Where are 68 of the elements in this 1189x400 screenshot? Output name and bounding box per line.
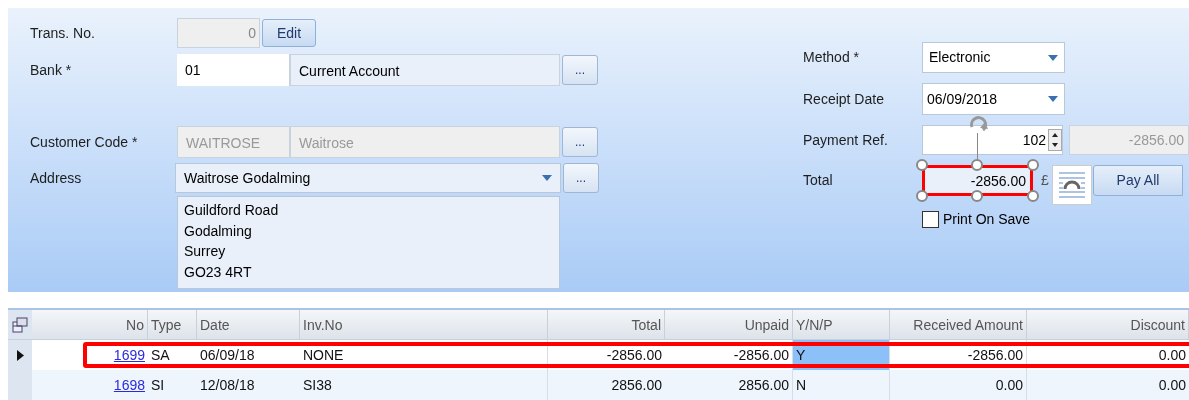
address-line: GO23 4RT bbox=[184, 263, 252, 280]
pay-all-button[interactable]: Pay All bbox=[1093, 165, 1183, 196]
table-cell: SI38 bbox=[300, 370, 548, 400]
checkbox-label: Print On Save bbox=[943, 210, 1031, 229]
payment-ref-spinner[interactable]: 102 bbox=[922, 125, 1063, 155]
dropdown-arrow-icon[interactable] bbox=[1048, 54, 1058, 61]
address-line: Surrey bbox=[184, 243, 226, 259]
bank-name-field: Current Account bbox=[290, 54, 560, 86]
table-cell-text: -2856.00 bbox=[605, 346, 663, 365]
field-label: Total bbox=[803, 172, 833, 188]
resize-handle[interactable] bbox=[1027, 159, 1039, 171]
column-chooser-icon[interactable] bbox=[12, 316, 28, 333]
column-header[interactable]: Type bbox=[148, 310, 197, 339]
table-cell: 0.00 bbox=[890, 370, 1027, 400]
browse-button[interactable]: ... bbox=[563, 163, 599, 193]
total-field: -2856.00 bbox=[922, 165, 1033, 196]
address-combo[interactable]: Waitrose Godalming bbox=[175, 163, 561, 193]
resize-handle[interactable] bbox=[971, 159, 983, 171]
edit-button[interactable]: Edit bbox=[262, 19, 316, 47]
table-cell-text: 2856.00 bbox=[610, 376, 663, 395]
document-number-link[interactable]: 1699 bbox=[32, 340, 148, 370]
table-cell-text: SI bbox=[150, 376, 166, 395]
balance-field: -2856.00 bbox=[1069, 125, 1189, 155]
table-cell: 2856.00 bbox=[665, 370, 793, 400]
field-label: Address bbox=[30, 169, 82, 186]
browse-button[interactable]: ... bbox=[562, 127, 598, 157]
spin-arrows-icon[interactable] bbox=[1048, 129, 1062, 151]
column-header[interactable]: Unpaid bbox=[665, 310, 793, 339]
dropdown-arrow-icon[interactable] bbox=[1048, 96, 1058, 102]
field-label: Payment Ref. bbox=[803, 131, 888, 148]
bank-code-field[interactable]: 01 bbox=[177, 54, 290, 86]
table-cell-text: 06/09/18 bbox=[199, 346, 256, 365]
document-number-link[interactable]: 1698 bbox=[32, 370, 148, 400]
row-indicator[interactable] bbox=[8, 340, 32, 370]
table-cell: N bbox=[793, 370, 890, 400]
address-line: Godalming bbox=[184, 222, 252, 239]
column-header[interactable]: Received Amount bbox=[890, 310, 1027, 339]
column-header[interactable]: Total bbox=[548, 310, 665, 339]
field-label: Bank * bbox=[30, 61, 72, 78]
column-header[interactable]: Y/N/P bbox=[793, 310, 890, 339]
field-label: Trans. No. bbox=[30, 24, 95, 41]
layout-options-icon[interactable] bbox=[1052, 165, 1092, 205]
trans-no-field: 0 bbox=[177, 18, 260, 48]
table-cell-text: 0.00 bbox=[1157, 346, 1187, 365]
field-label: Customer Code * bbox=[30, 133, 138, 150]
current-row-icon bbox=[16, 349, 24, 361]
column-header[interactable]: Date bbox=[197, 310, 300, 339]
browse-button[interactable]: ... bbox=[562, 55, 598, 85]
table-cell-text: 12/08/18 bbox=[199, 376, 256, 395]
column-header[interactable]: Inv.No bbox=[300, 310, 548, 339]
field-label: Method * bbox=[803, 49, 860, 65]
receipt-date-picker[interactable]: 06/09/2018 bbox=[922, 83, 1065, 115]
column-header[interactable]: Discount bbox=[1027, 310, 1189, 339]
resize-handle[interactable] bbox=[1027, 190, 1039, 202]
field-label: Receipt Date bbox=[803, 90, 884, 107]
resize-handle[interactable] bbox=[916, 159, 928, 171]
leader-line bbox=[977, 133, 978, 159]
table-cell-text: 0.00 bbox=[1157, 376, 1187, 395]
customer-code-field: WAITROSE bbox=[177, 126, 290, 158]
print-on-save-checkbox[interactable] bbox=[922, 211, 939, 228]
method-combo[interactable]: Electronic bbox=[922, 42, 1065, 73]
column-header[interactable]: No bbox=[32, 310, 148, 339]
address-line: Guildford Road bbox=[184, 202, 279, 218]
customer-name-field: Waitrose bbox=[290, 126, 560, 158]
table-cell-text: SA bbox=[150, 346, 171, 365]
resize-handle[interactable] bbox=[916, 190, 928, 202]
dropdown-arrow-icon[interactable] bbox=[542, 175, 552, 181]
currency-symbol: £ bbox=[1041, 171, 1050, 190]
